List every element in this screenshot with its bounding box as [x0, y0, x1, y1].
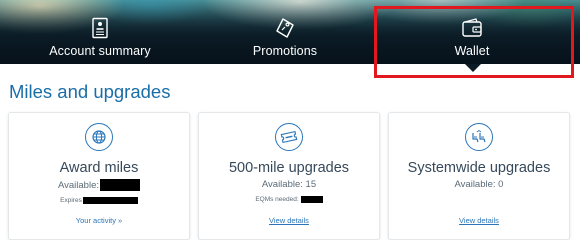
- wallet-icon: [462, 18, 482, 37]
- redacted-value: [82, 197, 138, 204]
- tab-account-summary-label: Account summary: [49, 44, 151, 58]
- tab-wallet-label: Wallet: [454, 44, 490, 58]
- tab-wallet[interactable]: Wallet: [382, 16, 562, 64]
- active-tab-indicator: [465, 64, 481, 72]
- award-miles-available-label: Available:: [57, 179, 100, 191]
- redacted-value: [100, 179, 141, 191]
- your-activity-link[interactable]: Your activity »: [76, 216, 122, 225]
- tab-account-summary[interactable]: Account summary: [10, 16, 190, 64]
- seats-icon: [465, 123, 493, 151]
- eqms-needed: EQMs needed:: [255, 196, 323, 203]
- ticket-icon: [275, 123, 303, 151]
- award-miles-expires: Expires: [60, 197, 138, 204]
- 500-mile-upgrades-card: 500-mile upgrades Available: 15 EQMs nee…: [198, 112, 380, 240]
- 500-mile-view-details-link[interactable]: View details: [269, 216, 309, 225]
- systemwide-upgrades-card: Systemwide upgrades Available: 0 View de…: [388, 112, 570, 240]
- award-miles-available: Available:: [57, 179, 141, 191]
- tab-promotions-label: Promotions: [252, 44, 318, 58]
- systemwide-upgrades-title: Systemwide upgrades: [407, 160, 551, 176]
- systemwide-view-details-link[interactable]: View details: [459, 216, 499, 225]
- 500-mile-upgrades-title: 500-mile upgrades: [228, 160, 350, 176]
- award-miles-title: Award miles: [59, 160, 139, 176]
- award-miles-card: Award miles Available: Expires Your acti…: [8, 112, 190, 240]
- tag-icon: [276, 18, 294, 38]
- document-icon: [92, 17, 108, 39]
- hero-banner: Account summary Promotions Wallet: [0, 0, 580, 64]
- section-title: Miles and upgrades: [9, 81, 171, 102]
- tab-promotions[interactable]: Promotions: [195, 16, 375, 64]
- systemwide-upgrades-available: Available: 0: [454, 179, 504, 190]
- award-miles-expires-label: Expires: [60, 197, 82, 204]
- redacted-value: [300, 196, 323, 203]
- 500-mile-upgrades-available: Available: 15: [261, 179, 317, 190]
- globe-icon: [85, 123, 113, 151]
- eqms-needed-label: EQMs needed:: [255, 196, 299, 203]
